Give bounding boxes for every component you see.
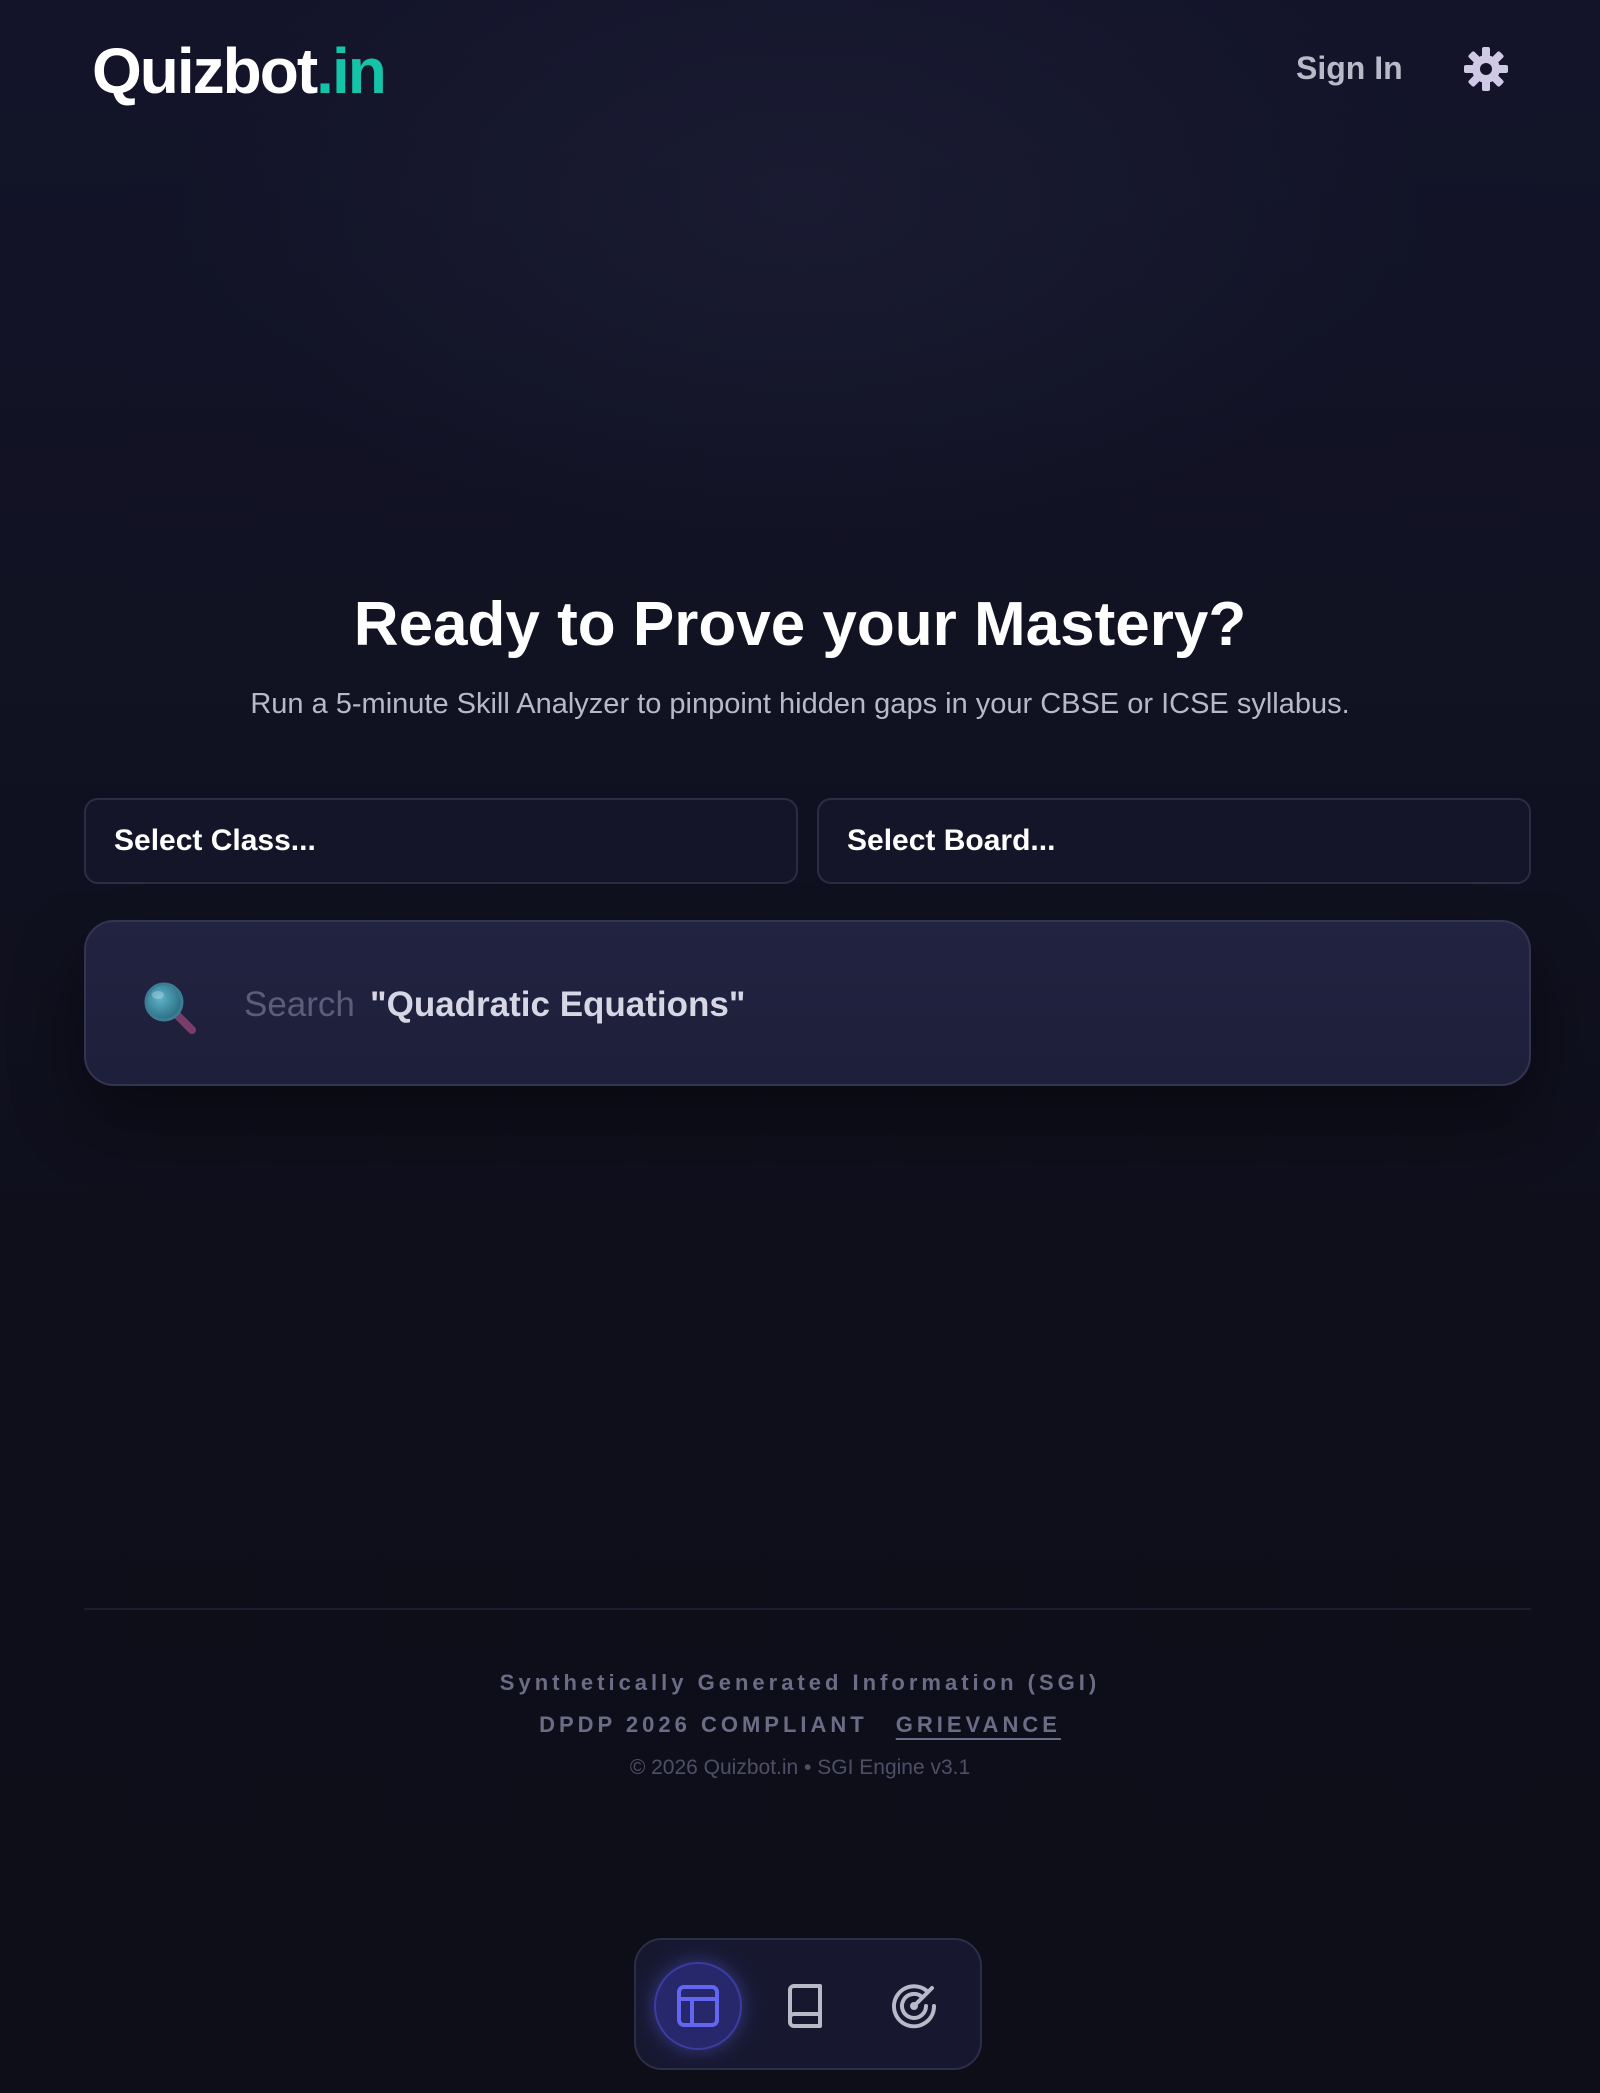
magnifier-icon xyxy=(142,980,198,1036)
search-label: Search xyxy=(244,985,355,1024)
nav-library-button[interactable] xyxy=(762,1962,850,2050)
sgi-notice: Synthetically Generated Information (SGI… xyxy=(499,1670,1101,1695)
board-select[interactable]: Select Board... xyxy=(817,798,1531,884)
bottom-nav xyxy=(634,1938,982,2070)
page: Quizbot.in Sign In Ready to Prove your M… xyxy=(0,0,1600,2093)
gear-icon[interactable] xyxy=(1462,45,1510,93)
hero-title: Ready to Prove your Mastery? xyxy=(353,590,1247,659)
search-input[interactable]: Search "Quadratic Equations" xyxy=(84,920,1531,1086)
sign-in-link[interactable]: Sign In xyxy=(1296,48,1403,88)
layout-icon xyxy=(677,1985,719,2027)
search-example: "Quadratic Equations" xyxy=(370,985,746,1024)
compliance-text: DPDP 2026 COMPLIANT xyxy=(539,1712,868,1737)
compliance-row: DPDP 2026 COMPLIANT GRIEVANCE xyxy=(0,1710,1600,1740)
copyright: © 2026 Quizbot.in • SGI Engine v3.1 xyxy=(629,1756,971,1779)
logo-main: Quizbot xyxy=(92,35,318,107)
footer-divider xyxy=(84,1608,1531,1610)
hero-subtitle: Run a 5-minute Skill Analyzer to pinpoin… xyxy=(250,688,1350,720)
nav-dashboard-button[interactable] xyxy=(654,1962,742,2050)
logo-accent: .in xyxy=(316,35,387,107)
book-icon xyxy=(788,1984,822,2028)
header: Quizbot.in Sign In xyxy=(0,0,1600,140)
class-select[interactable]: Select Class... xyxy=(84,798,798,884)
nav-analyzer-button[interactable] xyxy=(870,1962,958,2050)
logo[interactable]: Quizbot.in xyxy=(92,35,387,107)
grievance-link[interactable]: GRIEVANCE xyxy=(896,1712,1061,1737)
radar-icon xyxy=(892,1984,937,2029)
